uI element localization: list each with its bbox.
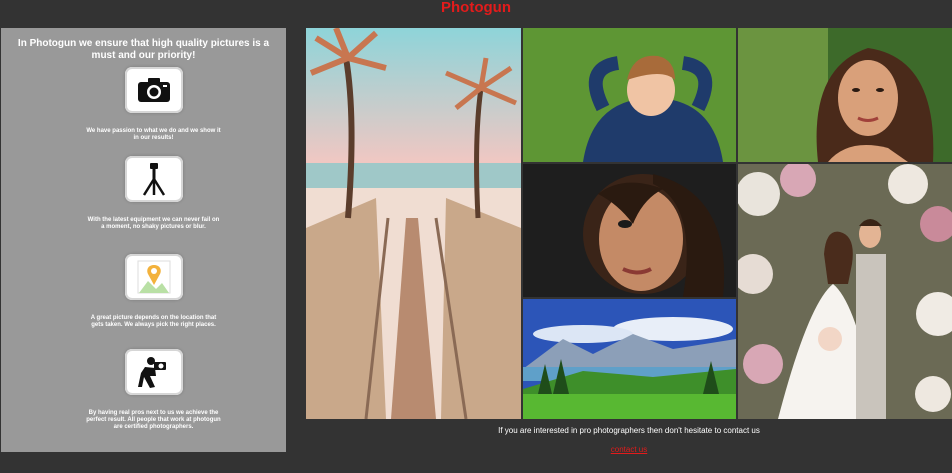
contact-prompt: If you are interested in pro photographe…: [498, 426, 760, 435]
gallery-photo-woman-portrait[interactable]: [738, 28, 952, 162]
camera-icon: [125, 67, 183, 113]
sidebar: In Photogun we ensure that high quality …: [1, 28, 286, 452]
map-pin-icon: [125, 254, 183, 300]
brand-title: Photogun: [441, 0, 511, 16]
feature-text: A great picture depends on the location …: [90, 315, 217, 328]
sidebar-title: In Photogun we ensure that high quality …: [17, 38, 270, 61]
tripod-icon: [125, 156, 183, 202]
feature-text: By having real pros next to us we achiev…: [86, 410, 221, 430]
gallery-photo-mountain-lake[interactable]: [523, 299, 736, 419]
contact-us-link-wrap: contact us: [306, 445, 952, 455]
photographer-icon: [125, 349, 183, 395]
gallery-photo-boy-on-grass[interactable]: [523, 28, 736, 162]
gallery-photo-wedding-couple[interactable]: [738, 164, 952, 419]
feature-text: We have passion to what we do and we sho…: [86, 128, 221, 141]
gallery-photo-woman-hair-face[interactable]: [523, 164, 736, 297]
photo-gallery: [306, 28, 952, 419]
gallery-photo-beach-boardwalk[interactable]: [306, 28, 521, 419]
feature-text: With the latest equipment we can never f…: [87, 217, 220, 230]
contact-us-link[interactable]: contact us: [611, 445, 647, 454]
